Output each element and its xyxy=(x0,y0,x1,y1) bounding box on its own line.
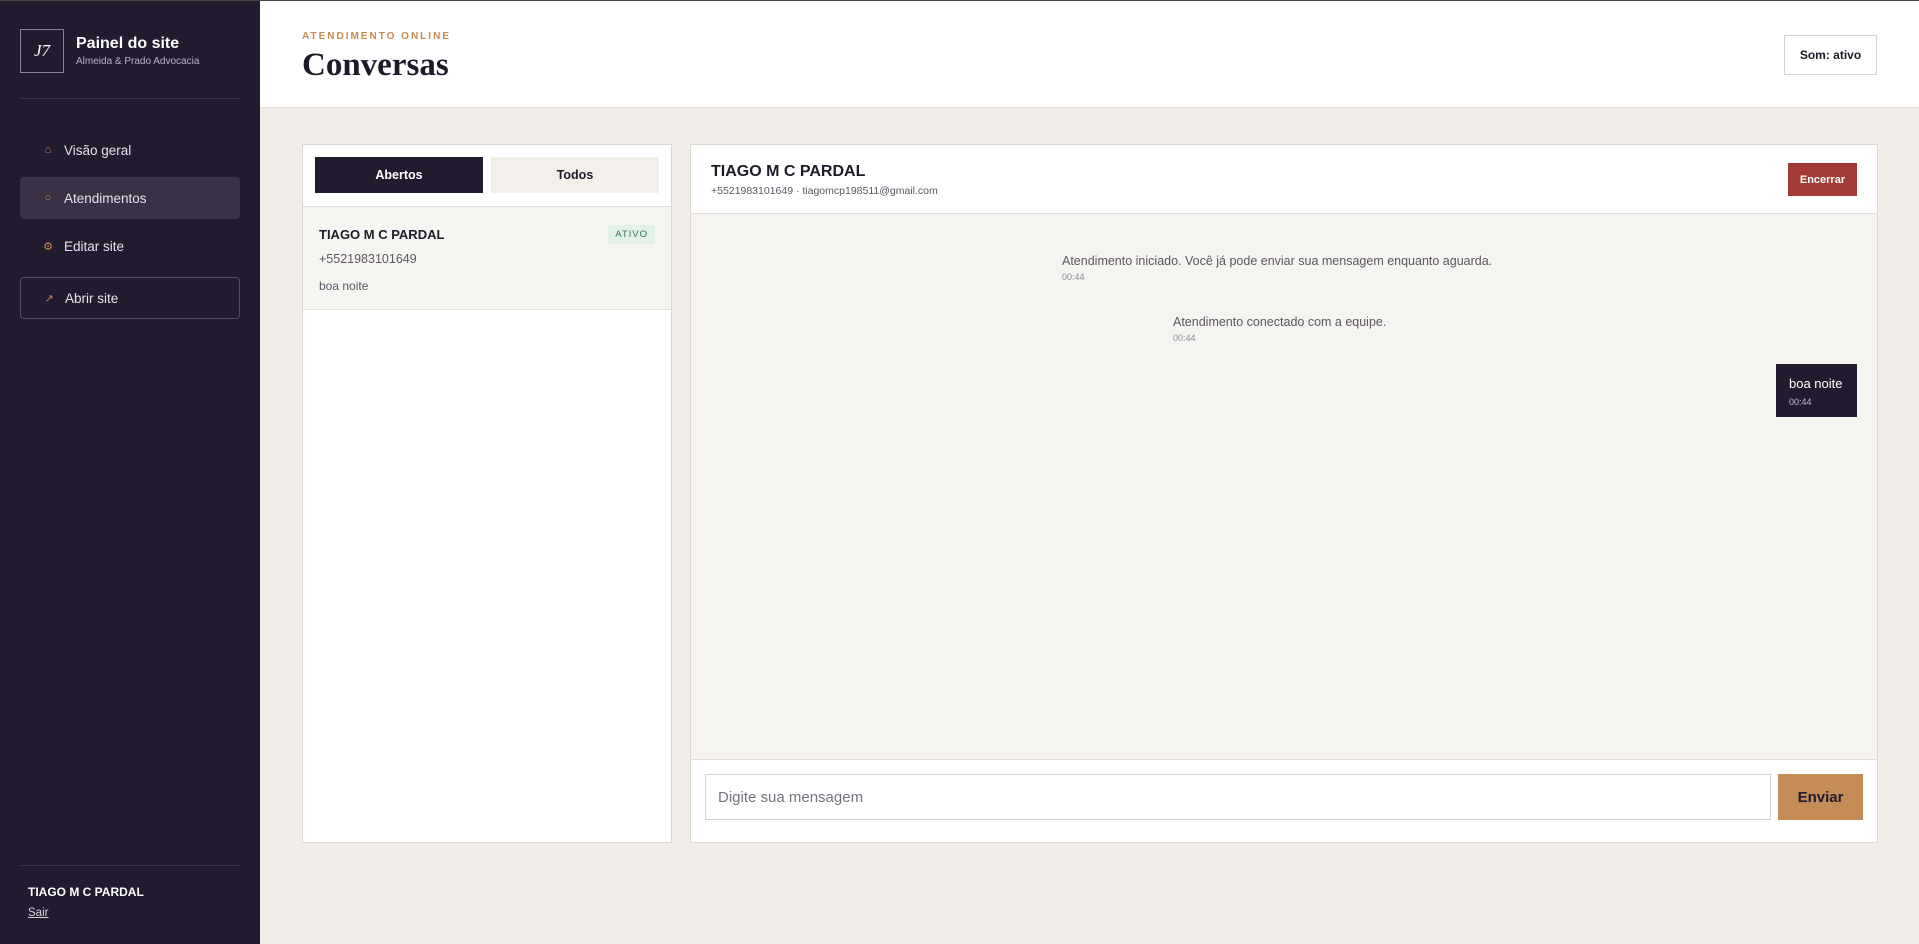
end-conversation-button[interactable]: Encerrar xyxy=(1788,163,1857,196)
brand-logo: J7 xyxy=(20,29,64,73)
page-title: Conversas xyxy=(302,47,449,83)
home-icon: ⌂ xyxy=(44,144,52,156)
message-timestamp: 00:44 xyxy=(1789,397,1812,407)
sidebar: J7 Painel do site Almeida & Prado Advoca… xyxy=(0,0,260,944)
sound-toggle-button[interactable]: Som: ativo xyxy=(1784,35,1877,75)
system-message: Atendimento iniciado. Você já pode envia… xyxy=(1062,254,1492,282)
sidebar-item-label: Visão geral xyxy=(64,142,132,158)
message-thread[interactable]: Atendimento iniciado. Você já pode envia… xyxy=(691,215,1877,760)
external-arrow-icon: ↗ xyxy=(44,292,54,305)
outgoing-message-bubble: boa noite 00:44 xyxy=(1776,364,1857,417)
conversation-phone: +5521983101649 xyxy=(319,252,417,266)
sidebar-item-atendimentos[interactable]: ○ Atendimentos xyxy=(20,177,240,219)
status-badge: ATIVO xyxy=(608,225,655,244)
sidebar-item-label: Abrir site xyxy=(65,290,119,306)
circle-icon: ○ xyxy=(44,192,52,204)
sidebar-item-abrir-site[interactable]: ↗ Abrir site xyxy=(20,277,240,319)
sidebar-item-editar-site[interactable]: ⚙ Editar site xyxy=(20,225,240,267)
tab-abertos[interactable]: Abertos xyxy=(315,157,483,193)
conversation-name: TIAGO M C PARDAL xyxy=(319,227,445,242)
chat-panel: TIAGO M C PARDAL +5521983101649 · tiagom… xyxy=(690,144,1878,843)
conversation-list-panel: Abertos Todos TIAGO M C PARDAL ATIVO +55… xyxy=(302,144,672,843)
message-composer: Enviar xyxy=(691,759,1877,842)
page-eyebrow: ATENDIMENTO ONLINE xyxy=(302,31,451,42)
system-message-text: Atendimento iniciado. Você já pode envia… xyxy=(1062,254,1493,268)
sidebar-item-visao-geral[interactable]: ⌂ Visão geral xyxy=(20,129,240,171)
current-user-name: TIAGO M C PARDAL xyxy=(28,885,144,899)
page-header: ATENDIMENTO ONLINE Conversas Som: ativo xyxy=(260,0,1919,108)
message-timestamp: 00:44 xyxy=(1062,272,1085,282)
sidebar-bottom-divider xyxy=(20,865,240,866)
conversation-tabs: Abertos Todos xyxy=(315,157,659,193)
sidebar-item-label: Atendimentos xyxy=(64,190,147,206)
gear-icon: ⚙ xyxy=(43,240,53,253)
brand-title: Painel do site xyxy=(76,35,180,52)
system-message-text: Atendimento conectado com a equipe. xyxy=(1173,315,1387,329)
chat-contact-name: TIAGO M C PARDAL xyxy=(711,163,866,180)
conversation-list-item[interactable]: TIAGO M C PARDAL ATIVO +5521983101649 bo… xyxy=(303,206,671,310)
send-button[interactable]: Enviar xyxy=(1778,774,1863,820)
message-input[interactable] xyxy=(705,774,1771,820)
tab-todos[interactable]: Todos xyxy=(491,157,659,193)
sidebar-divider xyxy=(20,98,240,99)
chat-contact-details: +5521983101649 · tiagomcp198511@gmail.co… xyxy=(711,185,938,197)
logout-link[interactable]: Sair xyxy=(28,907,48,919)
brand[interactable]: J7 Painel do site Almeida & Prado Advoca… xyxy=(20,29,199,73)
message-text: boa noite xyxy=(1789,376,1843,391)
sidebar-item-label: Editar site xyxy=(64,238,125,254)
message-timestamp: 00:44 xyxy=(1173,333,1196,343)
brand-subtitle: Almeida & Prado Advocacia xyxy=(76,56,200,67)
chat-header: TIAGO M C PARDAL +5521983101649 · tiagom… xyxy=(691,145,1877,214)
system-message: Atendimento conectado com a equipe. 00:4… xyxy=(1173,315,1386,343)
conversation-last-message: boa noite xyxy=(319,279,369,293)
brand-text: Painel do site Almeida & Prado Advocacia xyxy=(76,35,199,67)
sidebar-nav: ⌂ Visão geral ○ Atendimentos ⚙ Editar si… xyxy=(20,129,240,325)
